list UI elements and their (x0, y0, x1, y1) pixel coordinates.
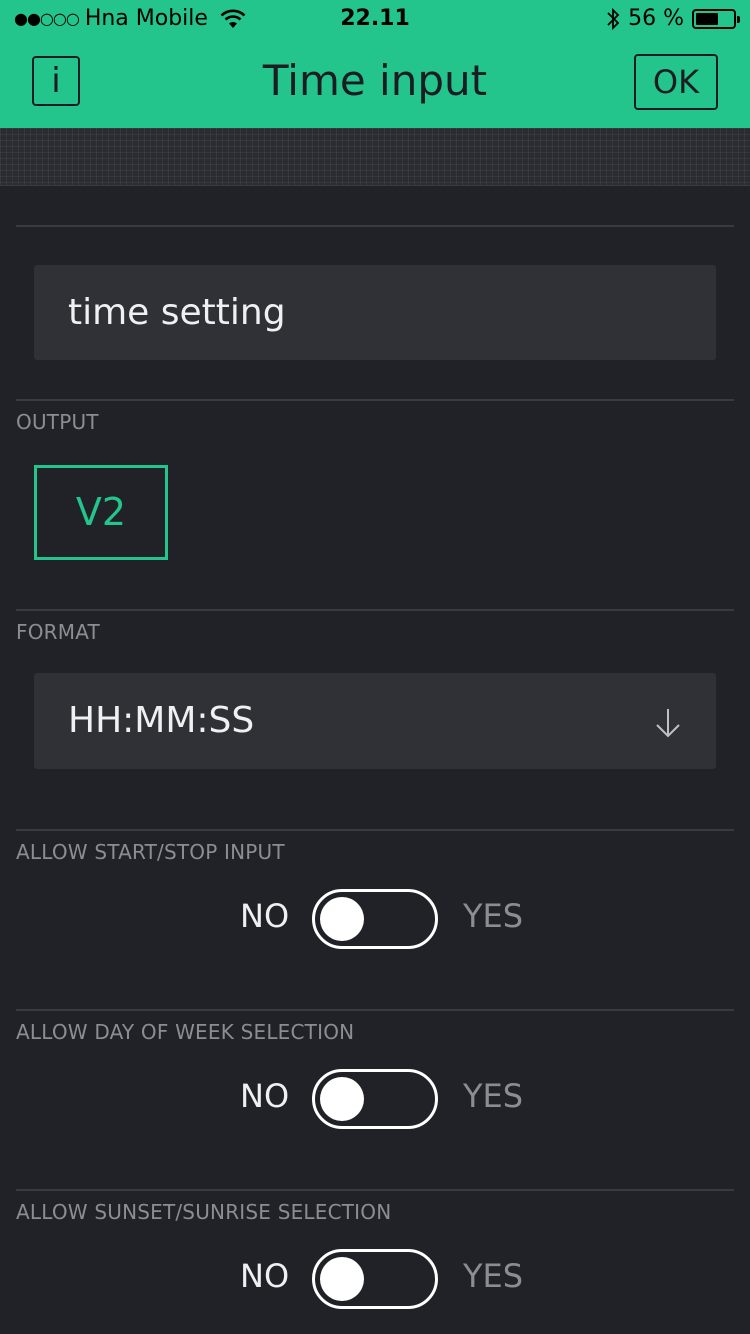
start-stop-toggle-row: NO YES (0, 889, 750, 951)
divider (16, 399, 734, 401)
divider (16, 1189, 734, 1191)
toggle-knob (320, 897, 364, 941)
battery-nub (737, 15, 740, 23)
day-of-week-toggle-row: NO YES (0, 1069, 750, 1131)
ok-button[interactable]: OK (634, 54, 718, 110)
divider (16, 829, 734, 831)
format-dropdown[interactable]: HH:MM:SS (34, 673, 716, 769)
toggle-knob (320, 1257, 364, 1301)
output-label: OUTPUT (16, 410, 99, 434)
arrow-down-icon (656, 709, 680, 738)
start-stop-toggle[interactable] (312, 889, 438, 949)
divider (16, 1009, 734, 1011)
divider (16, 609, 734, 611)
toggle-no-label: NO (240, 1077, 290, 1115)
format-label: FORMAT (16, 620, 100, 644)
widget-name-input[interactable]: time setting (34, 265, 716, 360)
toggle-no-label: NO (240, 897, 290, 935)
output-pin-button[interactable]: V2 (34, 465, 168, 560)
bluetooth-icon (607, 7, 620, 30)
widget-grid-preview (0, 128, 750, 186)
status-right: 56 % (606, 6, 740, 31)
sunset-sunrise-toggle-row: NO YES (0, 1249, 750, 1311)
divider (16, 225, 734, 227)
battery-percent: 56 % (628, 6, 684, 31)
status-bar: ●●○○○ Hna Mobile 22.11 56 % (0, 0, 750, 40)
toggle-yes-label: YES (463, 897, 524, 935)
day-of-week-toggle[interactable] (312, 1069, 438, 1129)
toggle-knob (320, 1077, 364, 1121)
toggle-yes-label: YES (463, 1257, 524, 1295)
format-selected-value: HH:MM:SS (68, 700, 255, 741)
header: i Time input OK (0, 40, 750, 128)
toggle-no-label: NO (240, 1257, 290, 1295)
sunset-sunrise-label: ALLOW SUNSET/SUNRISE SELECTION (16, 1200, 392, 1224)
day-of-week-label: ALLOW DAY OF WEEK SELECTION (16, 1020, 355, 1044)
toggle-yes-label: YES (463, 1077, 524, 1115)
sunset-sunrise-toggle[interactable] (312, 1249, 438, 1309)
battery-fill (696, 12, 718, 25)
start-stop-label: ALLOW START/STOP INPUT (16, 840, 285, 864)
top-bar: ●●○○○ Hna Mobile 22.11 56 % i Time input… (0, 0, 750, 128)
battery-icon (692, 8, 740, 29)
